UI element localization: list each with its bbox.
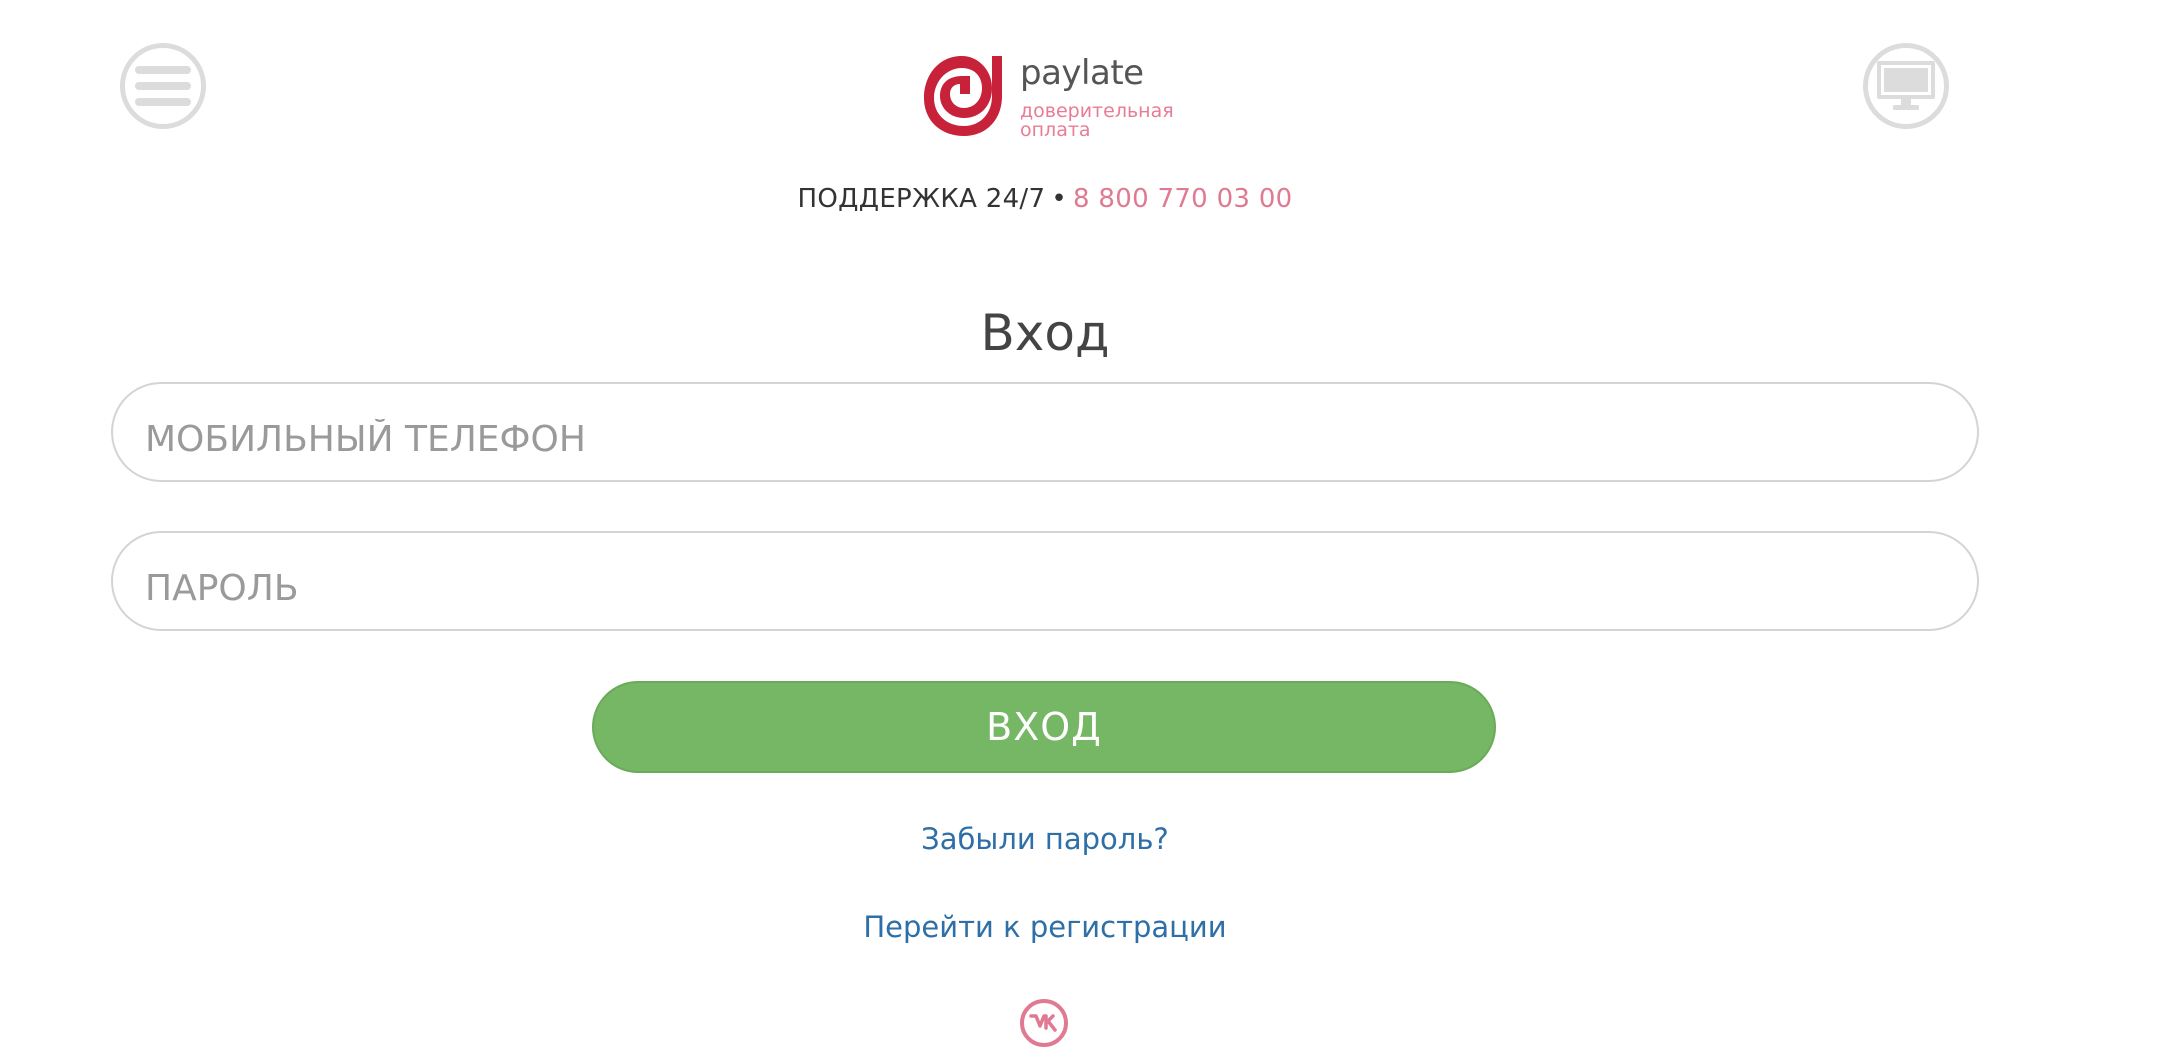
page-title: Вход xyxy=(980,304,1110,362)
logo-tagline-line2: оплата xyxy=(1020,119,1091,141)
menu-button[interactable] xyxy=(120,43,206,129)
logo-wordmark: paylate xyxy=(1020,53,1144,93)
paylate-logo-mark-icon xyxy=(924,56,1002,136)
support-phone-link[interactable]: 8 800 770 03 00 xyxy=(1073,184,1293,214)
desktop-monitor-icon xyxy=(1877,61,1935,110)
password-input[interactable] xyxy=(111,531,1979,631)
login-button-label: ВХОД xyxy=(986,705,1102,749)
support-line: ПОДДЕРЖКА 24/7 • 8 800 770 03 00 xyxy=(0,184,2090,214)
support-label: ПОДДЕРЖКА 24/7 xyxy=(797,184,1046,214)
forgot-password-link[interactable]: Забыли пароль? xyxy=(0,822,2090,856)
phone-input[interactable] xyxy=(111,382,1979,482)
desktop-version-button[interactable] xyxy=(1863,43,1949,129)
support-separator: • xyxy=(1051,184,1067,214)
paylate-logo[interactable]: paylate доверительная оплата xyxy=(918,48,1178,144)
login-button[interactable]: ВХОД xyxy=(592,681,1496,773)
register-link[interactable]: Перейти к регистрации xyxy=(0,910,2090,944)
vk-icon[interactable] xyxy=(1019,998,1069,1048)
hamburger-menu-icon xyxy=(135,66,191,106)
